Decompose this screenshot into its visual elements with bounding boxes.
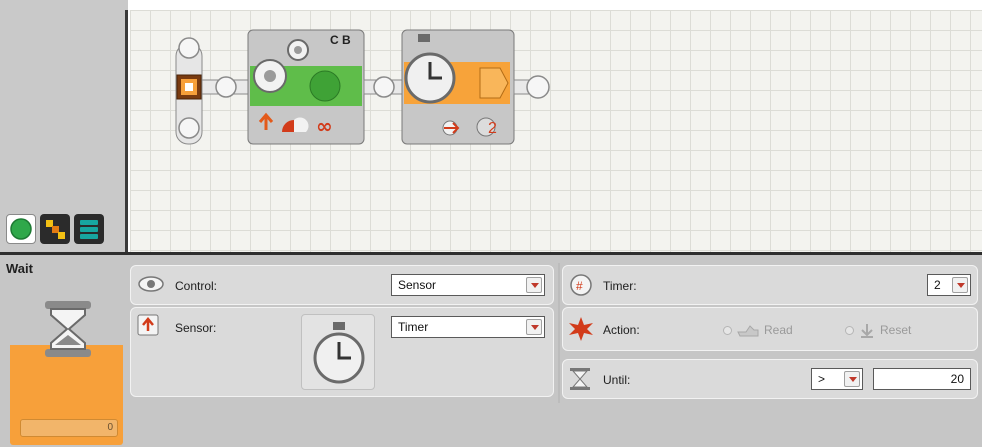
sequence-start[interactable] bbox=[175, 37, 203, 145]
svg-text:#: # bbox=[576, 279, 583, 293]
stacked-bars-icon bbox=[80, 220, 98, 239]
wait-block[interactable]: 2 bbox=[401, 29, 515, 145]
chevron-down-icon[interactable] bbox=[952, 277, 968, 293]
sensor-dropdown[interactable]: Timer bbox=[391, 316, 545, 338]
hourglass-icon bbox=[45, 301, 91, 357]
stopwatch-icon bbox=[313, 322, 365, 384]
configuration-panel: Wait 0 Control: Sensor Sensor: Timer # T… bbox=[0, 255, 982, 447]
control-row: Control: Sensor bbox=[130, 265, 554, 305]
staircase-icon bbox=[46, 220, 65, 239]
burst-icon bbox=[569, 317, 593, 341]
sensor-label: Sensor: bbox=[175, 321, 217, 335]
eye-icon bbox=[138, 276, 164, 292]
program-blocks: C B ∞ 2 bbox=[175, 29, 550, 145]
svg-text:∞: ∞ bbox=[316, 114, 333, 138]
timer-dropdown-value: 2 bbox=[934, 278, 941, 292]
read-radio-button[interactable] bbox=[723, 325, 732, 335]
until-label: Until: bbox=[603, 373, 631, 387]
green-circle-icon bbox=[10, 218, 32, 240]
tab-complete-palette[interactable] bbox=[40, 214, 70, 244]
hourglass-icon bbox=[570, 368, 590, 390]
tab-custom-palette[interactable] bbox=[74, 214, 104, 244]
sensor-arrow-icon bbox=[137, 314, 159, 336]
sensor-image bbox=[301, 314, 375, 390]
tab-common-palette[interactable] bbox=[6, 214, 36, 244]
nxt-program-editor: C B ∞ 2 Wait 0 Control: Sensor Sensor: T… bbox=[0, 0, 982, 447]
sensor-row: Sensor: Timer bbox=[130, 307, 554, 397]
chevron-down-icon[interactable] bbox=[844, 371, 860, 387]
block-palette bbox=[0, 0, 128, 252]
timer-dropdown[interactable]: 2 bbox=[927, 274, 971, 296]
palette-tabs bbox=[6, 214, 104, 246]
reset-radio-button[interactable] bbox=[845, 325, 854, 335]
read-radio[interactable]: Read bbox=[723, 322, 793, 338]
timer-number-icon: # bbox=[570, 274, 592, 296]
move-block[interactable]: C B ∞ bbox=[247, 29, 365, 145]
read-option-label: Read bbox=[764, 323, 793, 337]
motor-ports-label: C B bbox=[330, 33, 351, 47]
control-dropdown-value: Sensor bbox=[398, 278, 437, 292]
preview-value: 0 bbox=[20, 419, 118, 437]
block-name-label: Wait bbox=[6, 261, 33, 276]
timer-row: # Timer: 2 bbox=[562, 265, 978, 305]
read-hand-icon bbox=[737, 325, 759, 337]
infinity-icon: ∞ bbox=[316, 114, 333, 138]
sensor-dropdown-value: Timer bbox=[398, 320, 429, 334]
control-dropdown[interactable]: Sensor bbox=[391, 274, 545, 296]
panel-column-divider bbox=[558, 263, 560, 403]
chevron-down-icon[interactable] bbox=[526, 319, 542, 335]
until-row: Until: > 20 bbox=[562, 359, 978, 399]
reset-option-label: Reset bbox=[880, 323, 912, 337]
reset-arrow-icon bbox=[861, 324, 873, 338]
program-canvas[interactable]: C B ∞ 2 bbox=[130, 10, 982, 252]
until-value-field[interactable]: 20 bbox=[873, 368, 971, 390]
action-row: Action: Read Reset bbox=[562, 307, 978, 351]
block-preview: 0 bbox=[10, 283, 123, 445]
action-label: Action: bbox=[603, 323, 640, 337]
palette-divider bbox=[125, 10, 128, 252]
timer-number-label: 2 bbox=[488, 120, 497, 137]
reset-radio[interactable]: Reset bbox=[845, 322, 911, 338]
until-operator-value: > bbox=[818, 372, 826, 386]
chevron-down-icon[interactable] bbox=[526, 277, 542, 293]
control-label: Control: bbox=[175, 279, 218, 293]
until-operator-dropdown[interactable]: > bbox=[811, 368, 863, 390]
timer-label: Timer: bbox=[603, 279, 637, 293]
